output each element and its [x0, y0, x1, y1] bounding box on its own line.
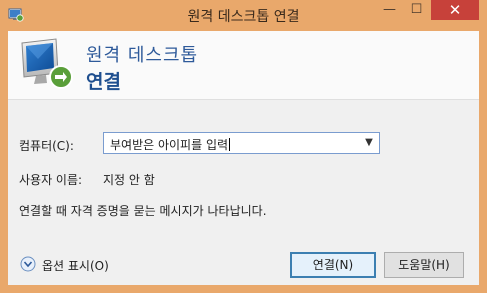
- credentials-note: 연결할 때 자격 증명을 묻는 메시지가 나타납니다.: [19, 204, 267, 218]
- chevron-down-icon[interactable]: ▼: [362, 133, 376, 153]
- header-title: 원격 데스크톱: [86, 45, 199, 66]
- computer-input[interactable]: 부여받은 아이피를 입력: [110, 136, 231, 153]
- expand-options-icon[interactable]: [20, 256, 36, 272]
- show-options-label[interactable]: 옵션 표시(O): [42, 257, 109, 274]
- connect-button[interactable]: 연결(N): [290, 252, 376, 278]
- username-value: 지정 안 함: [103, 173, 155, 187]
- computer-combobox[interactable]: 부여받은 아이피를 입력 ▼: [103, 132, 380, 154]
- maximize-button[interactable]: ☐: [403, 0, 430, 20]
- text-caret: [229, 138, 231, 151]
- title-bar[interactable]: 원격 데스크톱 연결 — ☐ ✕: [0, 0, 487, 31]
- close-button[interactable]: ✕: [431, 0, 479, 20]
- dialog-header: 원격 데스크톱 연결: [8, 31, 479, 100]
- username-label: 사용자 이름:: [19, 173, 83, 187]
- rdp-window: 원격 데스크톱 연결 — ☐ ✕ 원격 데스크톱 연결 컴퓨터(C): 부여받은…: [0, 0, 487, 293]
- header-subtitle: 연결: [86, 71, 121, 93]
- dialog-body: 원격 데스크톱 연결 컴퓨터(C): 부여받은 아이피를 입력 ▼ 사용자 이름…: [8, 31, 479, 285]
- remote-desktop-logo-icon: [21, 38, 73, 89]
- help-button[interactable]: 도움말(H): [384, 252, 464, 278]
- computer-label: 컴퓨터(C):: [19, 139, 74, 153]
- minimize-button[interactable]: —: [376, 0, 403, 20]
